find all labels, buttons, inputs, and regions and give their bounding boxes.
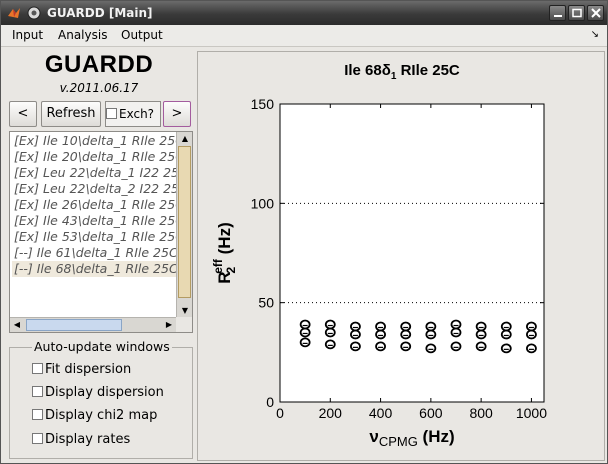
checkbox-box[interactable] bbox=[32, 386, 43, 397]
group-list: [Ex] Ile 10\delta_1 RIle 25C [Ex] Ile 20\… bbox=[12, 133, 176, 317]
auto-update-group: Auto-update windows Fit dispersion Displ… bbox=[9, 339, 193, 459]
refresh-button[interactable]: Refresh bbox=[41, 101, 101, 127]
x-tick-label: 200 bbox=[319, 405, 343, 421]
checkbox-box[interactable] bbox=[32, 363, 43, 374]
scroll-up-icon[interactable]: ▲ bbox=[178, 132, 192, 146]
horizontal-scrollbar[interactable]: ◀ ▶ bbox=[10, 317, 176, 332]
list-item[interactable]: [Ex] Ile 10\delta_1 RIle 25C bbox=[12, 133, 176, 149]
display-rates-checkbox[interactable]: Display rates bbox=[32, 432, 130, 447]
list-item[interactable]: [Ex] Ile 20\delta_1 RIle 25C bbox=[12, 149, 176, 165]
left-panel: GUARDD v.2011.06.17 < Refresh Exch? > [E… bbox=[3, 49, 195, 463]
maximize-button[interactable] bbox=[568, 5, 585, 21]
x-tick-label: 600 bbox=[419, 405, 443, 421]
plot-panel: Ile 68δ1 RIle 25C 0 200 400 600 800 1000 0 50 10… bbox=[197, 51, 605, 461]
checkbox-label: Display rates bbox=[45, 432, 131, 447]
list-item[interactable]: [Ex] Leu 22\delta_1 I22 25C bbox=[12, 165, 176, 181]
scroll-corner bbox=[176, 317, 192, 332]
navigation-row: < Refresh Exch? > bbox=[9, 101, 193, 127]
auto-update-title: Auto-update windows bbox=[32, 339, 172, 354]
y-tick-label: 0 bbox=[266, 394, 274, 410]
close-button[interactable] bbox=[587, 5, 604, 21]
menubar: Input Analysis Output ↘ bbox=[1, 25, 607, 47]
x-tick-label: 400 bbox=[369, 405, 393, 421]
checkbox-box[interactable] bbox=[32, 409, 43, 420]
list-item[interactable]: [Ex] Ile 26\delta_1 RIle 25C bbox=[12, 197, 176, 213]
main-window: GUARDD [Main] Input Analysis Output ↘ GU… bbox=[0, 0, 608, 464]
list-item[interactable]: [--] Ile 61\delta_1 RIle 25C bbox=[12, 245, 176, 261]
close-icon bbox=[591, 8, 601, 18]
checkbox-label: Fit dispersion bbox=[45, 362, 132, 377]
exchange-checkbox-box[interactable] bbox=[106, 108, 117, 119]
menubar-overflow-icon[interactable]: ↘ bbox=[591, 29, 599, 40]
y-tick-label: 100 bbox=[251, 195, 275, 211]
exchange-checkbox-label: Exch? bbox=[119, 107, 155, 121]
horizontal-scroll-thumb[interactable] bbox=[26, 319, 122, 331]
y-tick-label: 150 bbox=[251, 96, 275, 112]
display-dispersion-checkbox[interactable]: Display dispersion bbox=[32, 385, 164, 400]
window-title: GUARDD [Main] bbox=[47, 6, 153, 20]
list-item[interactable]: [Ex] Leu 22\delta_2 I22 25C bbox=[12, 181, 176, 197]
x-tick-label: 1000 bbox=[516, 405, 547, 421]
display-chi2-map-checkbox[interactable]: Display chi2 map bbox=[32, 408, 157, 423]
app-version: v.2011.06.17 bbox=[59, 81, 139, 95]
group-listbox[interactable]: [Ex] Ile 10\delta_1 RIle 25C [Ex] Ile 20\… bbox=[9, 131, 193, 333]
list-item[interactable]: [Ex] Ile 53\delta_1 RIle 25C bbox=[12, 229, 176, 245]
scroll-down-icon[interactable]: ▼ bbox=[178, 304, 192, 318]
checkbox-box[interactable] bbox=[32, 433, 43, 444]
menu-input[interactable]: Input bbox=[12, 28, 43, 42]
x-axis-label: νCPMG (Hz) bbox=[369, 427, 454, 449]
fit-dispersion-checkbox[interactable]: Fit dispersion bbox=[32, 362, 131, 377]
dispersion-chart[interactable]: 0 200 400 600 800 1000 0 50 100 150 νCPMG (Hz) R2ef… bbox=[198, 52, 606, 462]
scroll-left-icon[interactable]: ◀ bbox=[10, 318, 24, 332]
vertical-scroll-thumb[interactable] bbox=[178, 146, 191, 298]
x-tick-label: 0 bbox=[276, 405, 284, 421]
titlebar[interactable]: GUARDD [Main] bbox=[1, 1, 607, 25]
plot-area bbox=[280, 104, 544, 402]
y-axis-label: R2eff (Hz) bbox=[211, 222, 238, 283]
checkbox-label: Display dispersion bbox=[45, 385, 164, 400]
app-title: GUARDD bbox=[44, 51, 154, 78]
window-menu-icon[interactable] bbox=[27, 6, 41, 20]
y-tick-label: 50 bbox=[258, 295, 274, 311]
list-item[interactable]: [--] Ile 68\delta_1 RIle 25C bbox=[12, 261, 176, 277]
next-button[interactable]: > bbox=[163, 101, 191, 127]
checkbox-label: Display chi2 map bbox=[45, 408, 158, 423]
previous-button[interactable]: < bbox=[9, 101, 37, 127]
menu-output[interactable]: Output bbox=[121, 28, 163, 42]
x-tick-label: 800 bbox=[469, 405, 493, 421]
minimize-button[interactable] bbox=[549, 5, 566, 21]
scroll-right-icon[interactable]: ▶ bbox=[162, 318, 176, 332]
exchange-checkbox[interactable]: Exch? bbox=[105, 101, 161, 127]
maximize-icon bbox=[572, 8, 582, 18]
list-item[interactable]: [Ex] Ile 43\delta_1 RIle 25C bbox=[12, 213, 176, 229]
menu-analysis[interactable]: Analysis bbox=[58, 28, 107, 42]
minimize-icon bbox=[554, 15, 562, 17]
vertical-scrollbar[interactable]: ▲ ▼ bbox=[176, 132, 192, 318]
matlab-logo-icon bbox=[8, 8, 20, 18]
